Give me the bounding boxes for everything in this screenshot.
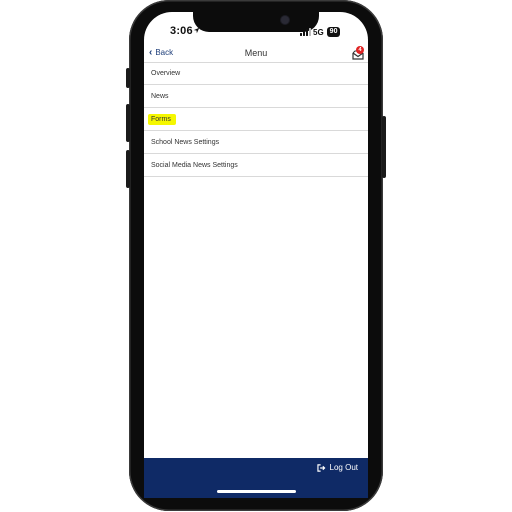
power-button (382, 116, 386, 178)
menu-item-social-media-news-settings[interactable]: Social Media News Settings (144, 154, 368, 177)
menu-item-news[interactable]: News (144, 85, 368, 108)
menu-item-label: Forms (148, 113, 176, 125)
silent-switch (126, 68, 130, 88)
menu-list: Overview News Forms School News Settings… (144, 62, 368, 177)
menu-item-label: News (151, 92, 169, 100)
page-title: Menu (244, 48, 268, 58)
navigation-bar: ‹ Back Menu (144, 44, 368, 62)
network-type: 5G (313, 27, 324, 37)
home-indicator (217, 490, 296, 493)
signal-strength-icon (300, 28, 311, 36)
status-indicators: 5G 90 (300, 26, 341, 38)
menu-item-forms[interactable]: Forms (144, 108, 368, 131)
status-time: 3:06 (170, 25, 193, 37)
stage: 3:06 5G 90 ‹ Back Menu 4 Overview News F… (0, 0, 512, 512)
logout-icon (316, 463, 325, 472)
volume-up-button (126, 104, 130, 142)
menu-item-label: Overview (151, 70, 181, 77)
location-arrow-icon (193, 27, 200, 34)
menu-item-school-news-settings[interactable]: School News Settings (144, 131, 368, 154)
notification-badge: 4 (356, 46, 364, 54)
volume-down-button (126, 150, 130, 188)
menu-item-overview[interactable]: Overview (144, 62, 368, 85)
front-camera (281, 16, 289, 24)
battery-icon: 90 (326, 27, 341, 37)
menu-item-label: Social Media News Settings (151, 161, 238, 169)
logout-button[interactable]: Log Out (316, 463, 358, 472)
logout-label: Log Out (329, 463, 358, 472)
menu-item-label: School News Settings (151, 138, 220, 146)
